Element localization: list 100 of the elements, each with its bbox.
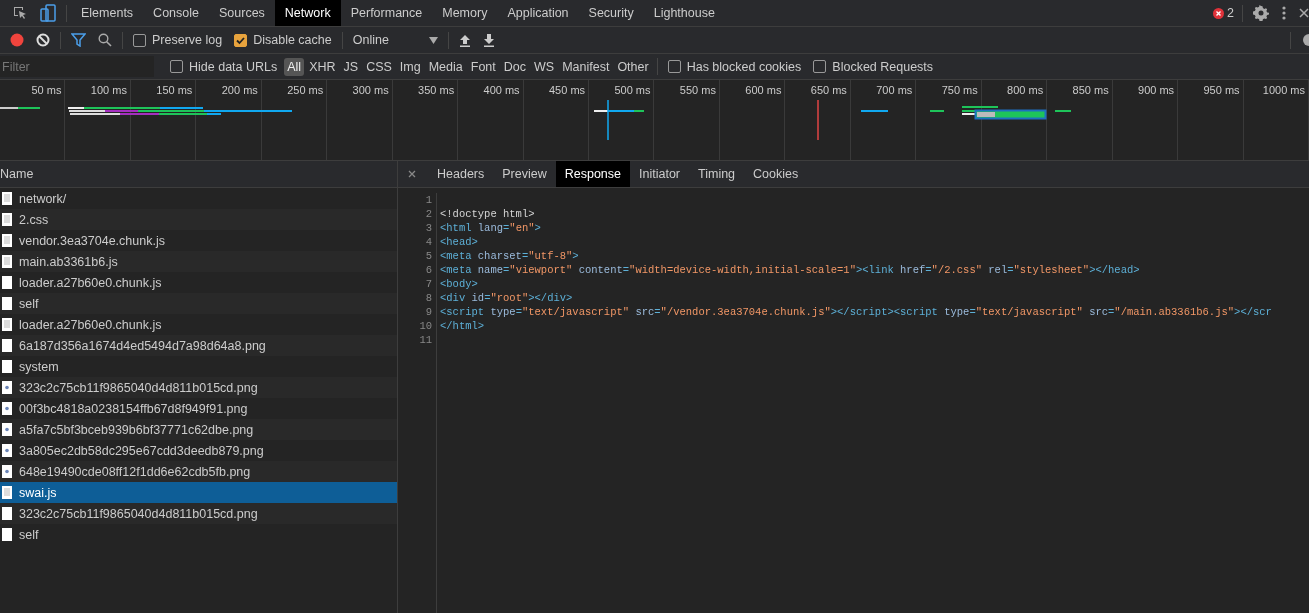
file-icon xyxy=(2,297,12,310)
image-icon xyxy=(2,465,12,478)
line-number: 2 xyxy=(424,207,432,221)
tick-label: 400 ms xyxy=(483,84,520,96)
code-line: <meta charset="utf-8"> xyxy=(440,250,579,262)
tick-label: 950 ms xyxy=(1203,84,1240,96)
request-row[interactable]: swai.js xyxy=(0,482,397,503)
tick-label: 50 ms xyxy=(31,84,62,96)
type-filter[interactable]: Manifest xyxy=(559,57,613,76)
request-name: 323c2c75cb11f9865040d4d811b015cd.png xyxy=(19,506,258,521)
detail-tab[interactable]: Preview xyxy=(493,161,556,187)
code-line: <!doctype html> xyxy=(440,208,535,220)
request-name: a5fa7c5bf3bceb939b6bf37771c62dbe.png xyxy=(19,422,254,437)
search-icon[interactable] xyxy=(98,33,112,47)
device-icon[interactable] xyxy=(40,4,56,22)
tick-label: 450 ms xyxy=(548,84,586,96)
code-line: <body> xyxy=(440,278,478,290)
checkbox-label: Hide data URLs xyxy=(189,59,278,74)
request-row[interactable]: 323c2c75cb11f9865040d4d811b015cd.png xyxy=(0,377,397,398)
request-row[interactable]: 323c2c75cb11f9865040d4d811b015cd.png xyxy=(0,503,397,524)
type-filter[interactable]: JS xyxy=(340,57,362,76)
type-filter[interactable]: CSS xyxy=(363,57,395,76)
image-icon xyxy=(2,381,12,394)
file-icon xyxy=(2,339,12,352)
type-filter[interactable]: XHR xyxy=(306,57,339,76)
type-filter[interactable]: Font xyxy=(467,57,499,76)
checkbox[interactable] xyxy=(170,60,183,73)
download-icon[interactable] xyxy=(482,33,495,47)
upload-icon[interactable] xyxy=(458,33,471,47)
request-row[interactable]: self xyxy=(0,293,397,314)
detail-tab[interactable]: Initiator xyxy=(630,161,689,187)
type-filter[interactable]: Media xyxy=(425,57,466,76)
detail-tab[interactable]: Response xyxy=(555,161,630,187)
panel-tab[interactable]: Network xyxy=(274,0,341,26)
line-number: 1 xyxy=(424,193,432,207)
document-icon xyxy=(2,192,12,205)
panel-tab[interactable]: Elements xyxy=(71,0,144,26)
type-filter[interactable]: All xyxy=(284,57,305,76)
close-icon[interactable] xyxy=(408,170,416,178)
filter-icon[interactable] xyxy=(71,33,86,47)
request-name: 6a187d356a1674d4ed5494d7a98d64a8.png xyxy=(19,338,266,353)
panel-tab[interactable]: Performance xyxy=(340,0,433,26)
panel-tab[interactable]: Application xyxy=(497,0,579,26)
type-filter[interactable]: Doc xyxy=(500,57,529,76)
checkbox[interactable] xyxy=(234,33,248,47)
tick-label: 700 ms xyxy=(876,84,913,96)
panel-tab[interactable]: Lighthouse xyxy=(643,0,725,26)
column-header[interactable]: Name xyxy=(0,161,397,188)
filter-field[interactable]: Filter xyxy=(0,56,154,77)
checkbox[interactable] xyxy=(667,60,681,73)
code-line: <meta name="viewport" content="width=device-width,initial-scale=1"><link href="/2.css" rel="stylesheet"></head> xyxy=(440,264,1140,276)
request-row[interactable]: 2.css xyxy=(0,209,397,230)
request-row[interactable]: 648e19490cde08ff12f1dd6e62cdb5fb.png xyxy=(0,461,397,482)
panel-tab[interactable]: Console xyxy=(143,0,209,26)
request-name: network/ xyxy=(19,191,67,206)
file-icon xyxy=(2,276,12,289)
tick-label: 850 ms xyxy=(1072,84,1109,96)
inspect-icon[interactable] xyxy=(12,5,28,21)
panel-tab[interactable]: Sources xyxy=(209,0,275,26)
panel-tab[interactable]: Security xyxy=(578,0,644,26)
request-name: 00f3bc4818a0238154ffb67d8f949f91.png xyxy=(19,401,248,416)
checkbox[interactable] xyxy=(813,60,827,73)
tick-label: 1000 ms xyxy=(1262,84,1305,96)
more-icon[interactable] xyxy=(1281,5,1287,21)
detail-tab[interactable]: Timing xyxy=(689,161,745,187)
request-name: 648e19490cde08ff12f1dd6e62cdb5fb.png xyxy=(19,464,251,479)
line-number: 11 xyxy=(418,333,432,347)
code-line: <div id="root"></div> xyxy=(440,292,573,304)
document-icon xyxy=(2,486,12,499)
record-button[interactable] xyxy=(10,33,24,47)
file-icon xyxy=(2,528,12,541)
tick-label: 650 ms xyxy=(810,84,847,96)
tick-label: 150 ms xyxy=(156,84,193,96)
line-number: 8 xyxy=(424,291,432,305)
type-filter[interactable]: WS xyxy=(531,57,558,76)
panel-tab[interactable]: Memory xyxy=(432,0,498,26)
checkbox-label: Disable cache xyxy=(253,33,332,47)
request-row[interactable]: a5fa7c5bf3bceb939b6bf37771c62dbe.png xyxy=(0,419,397,440)
checkbox[interactable] xyxy=(133,33,146,47)
request-name: system xyxy=(19,359,59,374)
line-number: 9 xyxy=(424,305,432,319)
request-row[interactable]: 6a187d356a1674d4ed5494d7a98d64a8.png xyxy=(0,335,397,356)
close-icon[interactable] xyxy=(1299,8,1309,18)
clear-icon[interactable] xyxy=(36,33,50,47)
document-icon xyxy=(2,255,12,268)
throttling-dropdown[interactable]: Online xyxy=(346,33,444,47)
detail-tab[interactable]: Headers xyxy=(428,161,494,187)
error-badge[interactable]: 2 xyxy=(1209,6,1238,20)
detail-tab[interactable]: Cookies xyxy=(744,161,808,187)
request-name: 2.css xyxy=(19,212,49,227)
request-row[interactable]: main.ab3361b6.js xyxy=(0,251,397,272)
request-name: loader.a27b60e0.chunk.js xyxy=(19,317,162,332)
tick-label: 100 ms xyxy=(90,84,127,96)
code-line: <head> xyxy=(440,236,478,248)
type-filter[interactable]: Other xyxy=(614,57,652,76)
line-number: 6 xyxy=(424,263,432,277)
image-icon xyxy=(2,402,12,415)
file-icon xyxy=(2,507,12,520)
type-filter[interactable]: Img xyxy=(396,57,424,76)
tick-label: 750 ms xyxy=(941,84,978,96)
